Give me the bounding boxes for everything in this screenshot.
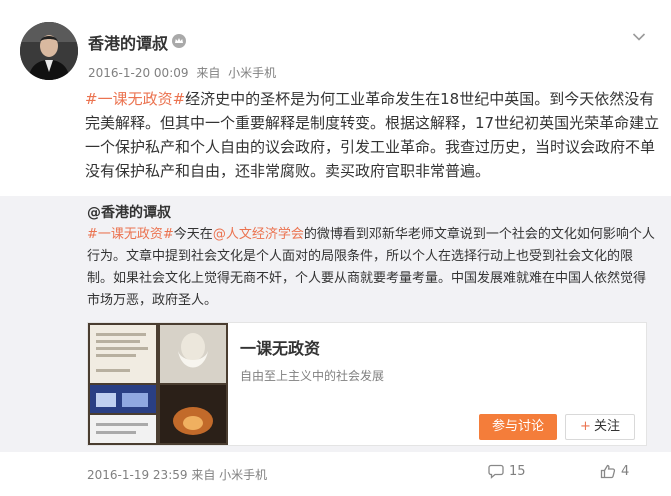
post-device[interactable]: 小米手机 [228,66,276,80]
crown-icon [171,33,187,52]
username[interactable]: 香港的谭叔 [88,30,168,54]
repost-meta: 2016-1-19 23:59 来自 小米手机 [87,466,267,483]
repost-topic-link[interactable]: #一课无政资# [87,227,174,242]
avatar[interactable] [20,22,78,80]
comment-icon [488,464,504,479]
mention-link[interactable]: @人文经济学会 [213,227,304,242]
repost-author[interactable]: @香港的谭叔 [87,202,171,222]
like-count: 4 [621,464,630,479]
post-meta: 2016-1-20 00:09 来自 小米手机 [88,64,280,81]
comment-action[interactable]: 15 [488,464,526,479]
topic-card-title[interactable]: 一课无政资 [240,335,320,359]
thumbs-up-icon [600,464,616,479]
repost-device[interactable]: 小米手机 [219,468,267,482]
plus-icon: + [580,419,591,434]
post-body: #一课无政资#经济史中的圣杯是为何工业革命发生在18世纪中英国。到今天依然没有完… [85,87,665,183]
repost-box: @香港的谭叔 #一课无政资#今天在@人文经济学会的微博看到邓新华老师文章说到一个… [0,196,671,452]
comment-count: 15 [509,464,526,479]
like-action[interactable]: 4 [600,464,629,479]
post-time[interactable]: 2016-1-20 00:09 [88,66,189,80]
repost-from-label: 来自 [191,468,216,482]
topic-card[interactable]: 一课无政资 自由至上主义中的社会发展 参与讨论 + 关注 [87,322,647,446]
topic-card-thumbnail [88,323,228,445]
join-discussion-button[interactable]: 参与讨论 [479,414,557,440]
topic-card-description: 自由至上主义中的社会发展 [240,369,385,383]
repost-text: #一课无政资#今天在@人文经济学会的微博看到邓新华老师文章说到一个社会的文化如何… [87,224,657,312]
post-from-label: 来自 [196,66,221,80]
chevron-down-icon[interactable] [632,27,646,46]
repost-time[interactable]: 2016-1-19 23:59 [87,468,188,482]
repost-text-before: 今天在 [173,227,213,242]
weibo-post: 香港的谭叔 2016-1-20 00:09 来自 小米手机 #一课无政资#经济史… [0,0,671,496]
follow-button[interactable]: + 关注 [565,414,635,440]
follow-label: 关注 [593,419,620,434]
topic-link[interactable]: #一课无政资# [85,90,185,108]
